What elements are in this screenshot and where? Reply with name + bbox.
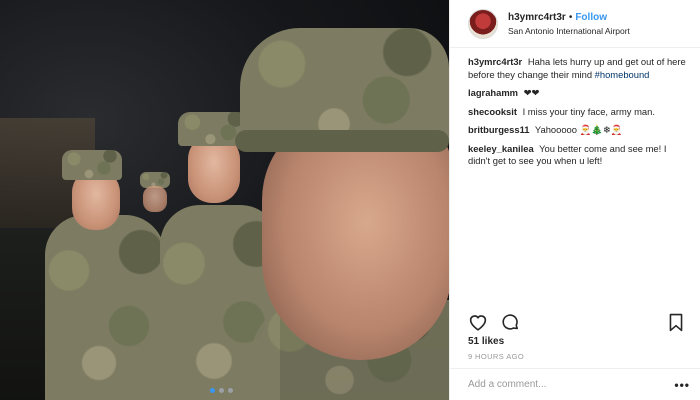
- avatar[interactable]: [468, 8, 498, 39]
- heart-icon[interactable]: [468, 312, 488, 332]
- list-item: britburgess11 Yahooooo 🎅🎄❄🎅: [468, 124, 690, 137]
- comment-text: Yahooooo 🎅🎄❄🎅: [534, 124, 623, 135]
- comment-text: I miss your tiny face, army man.: [522, 105, 655, 117]
- soldier-back-face: [143, 186, 167, 212]
- soldier-left-body: [45, 215, 165, 400]
- post-photo[interactable]: [0, 0, 449, 400]
- speech-bubble-icon[interactable]: [500, 312, 520, 332]
- post-header-line: h3ymrc4rt3r • Follow: [508, 12, 630, 23]
- list-item: shecooksit I miss your tiny face, army m…: [468, 106, 690, 119]
- carousel-dot-3[interactable]: [228, 388, 233, 393]
- list-item: keeley_kanilea You better come and see m…: [468, 143, 690, 168]
- list-item: lagrahamm ❤❤: [468, 87, 690, 100]
- soldier-left-cap: [62, 150, 122, 180]
- comment-list: h3ymrc4rt3r Haha lets hurry up and get o…: [450, 48, 700, 168]
- post-timestamp[interactable]: 9 HOURS AGO: [468, 352, 524, 361]
- carousel-dots: [210, 388, 233, 393]
- follow-button[interactable]: Follow: [575, 12, 607, 23]
- comment-username[interactable]: britburgess11: [468, 124, 529, 135]
- carousel-dot-2[interactable]: [219, 388, 224, 393]
- comment-username[interactable]: lagrahamm: [468, 87, 518, 98]
- more-options-icon[interactable]: •••: [674, 378, 690, 392]
- soldier-front-cap-brim: [235, 130, 449, 152]
- header-separator: •: [568, 11, 573, 23]
- comment-username[interactable]: keeley_kanilea: [468, 143, 534, 154]
- comment-username[interactable]: shecooksit: [468, 106, 517, 117]
- caption-hashtag[interactable]: #homebound: [595, 69, 650, 80]
- caption-username[interactable]: h3ymrc4rt3r: [468, 56, 522, 67]
- post-header: h3ymrc4rt3r • Follow San Antonio Interna…: [450, 0, 700, 48]
- bookmark-icon[interactable]: [666, 312, 686, 332]
- post-location[interactable]: San Antonio International Airport: [508, 26, 630, 36]
- likes-count[interactable]: 51 likes: [468, 336, 504, 347]
- post-header-text: h3ymrc4rt3r • Follow San Antonio Interna…: [508, 12, 630, 36]
- post-side-panel: h3ymrc4rt3r • Follow San Antonio Interna…: [449, 0, 700, 400]
- caption: h3ymrc4rt3r Haha lets hurry up and get o…: [468, 56, 690, 81]
- comment-input[interactable]: [468, 379, 675, 390]
- action-bar: [468, 312, 686, 332]
- post-username[interactable]: h3ymrc4rt3r: [508, 12, 566, 23]
- carousel-dot-1[interactable]: [210, 388, 215, 393]
- comment-text: ❤❤: [523, 87, 540, 98]
- add-comment-bar: •••: [450, 368, 700, 400]
